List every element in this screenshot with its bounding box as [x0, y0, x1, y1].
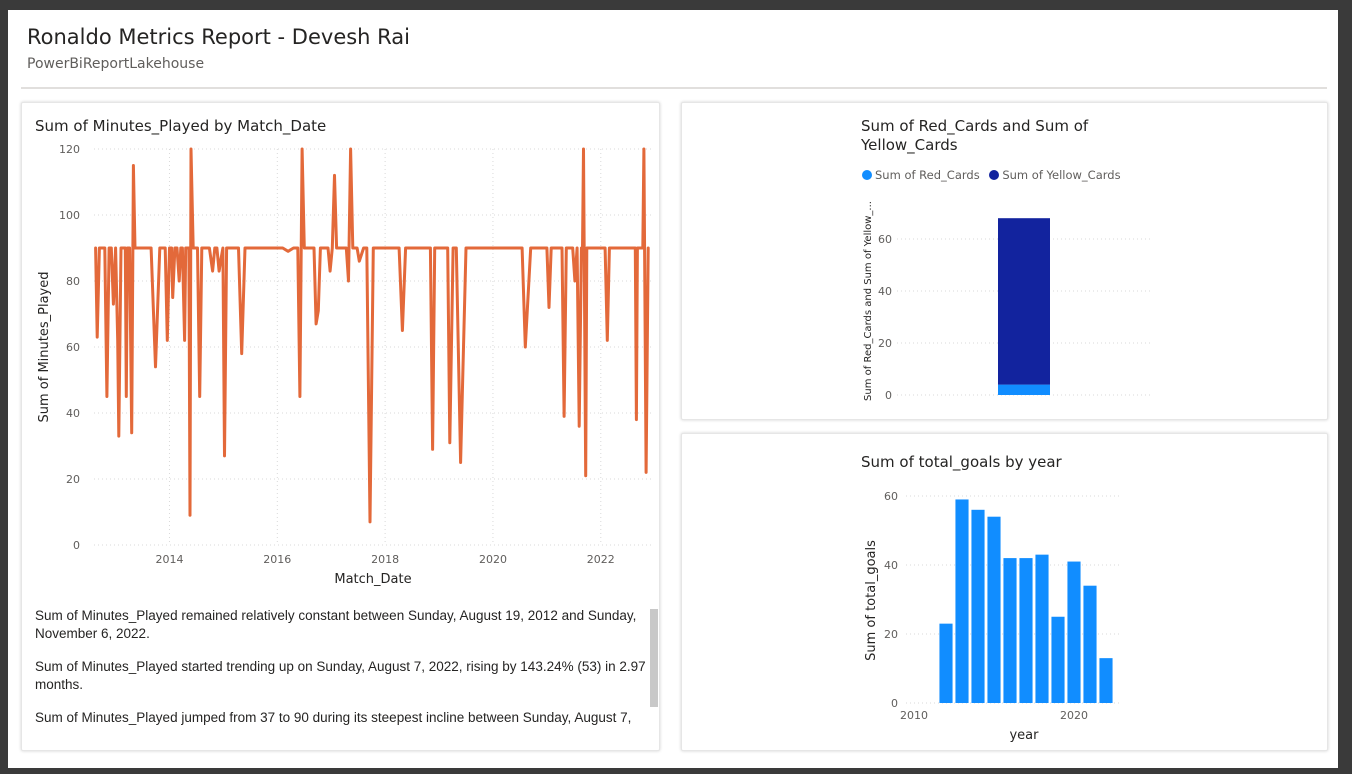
minutes-series-line: [94, 147, 650, 524]
minutes-line-card[interactable]: Sum of Minutes_Played by Match_Date 0 20 4…: [21, 102, 660, 751]
report-title: Ronaldo Metrics Report - Devesh Rai: [27, 25, 411, 49]
x-tick-label: 2020: [479, 553, 507, 566]
goals-bar: [1035, 554, 1049, 703]
y-tick-label: 0: [891, 697, 898, 710]
x-tick-label: 2010: [900, 709, 928, 722]
goals-bar-card[interactable]: Sum of total_goals by year 0 20 40 60 2010 20…: [681, 433, 1328, 751]
goals-bar-chart[interactable]: 0 20 40 60 2010 2020 year Sum of total_goals: [682, 434, 1327, 750]
narrative-paragraph: Sum of Minutes_Played jumped from 37 to …: [35, 710, 632, 725]
y-axis-title: Sum of Red_Cards and Sum of Yellow_...: [863, 201, 874, 401]
y-tick-label: 40: [66, 407, 80, 420]
y-tick-label: 80: [66, 275, 80, 288]
goals-bar: [971, 509, 985, 703]
bar-yellow-cards: [998, 218, 1050, 385]
narrative-paragraph: Sum of Minutes_Played started trending u…: [35, 659, 646, 692]
cards-stacked-bar-chart[interactable]: 0204060Sum of Red_Cards and Sum of Yello…: [682, 103, 1327, 419]
report-page: Ronaldo Metrics Report - Devesh Rai Powe…: [8, 10, 1338, 768]
y-axis-title: Sum of Minutes_Played: [37, 272, 52, 423]
goals-bar: [1083, 585, 1097, 703]
x-tick-label: 2016: [263, 553, 291, 566]
goals-bar: [1099, 658, 1113, 703]
goals-bar: [1019, 558, 1033, 703]
y-tick-label: 60: [878, 233, 892, 246]
y-tick-label: 40: [884, 559, 898, 572]
y-tick-label: 40: [878, 285, 892, 298]
y-tick-label: 100: [59, 209, 80, 222]
x-tick-label: 2022: [587, 553, 615, 566]
goals-bar: [1067, 561, 1081, 703]
minutes-line-chart[interactable]: 0 20 40 60 80 100 120 2014 2016 2018 2020 2022 Match…: [22, 103, 659, 597]
x-tick-label: 2018: [371, 553, 399, 566]
narrative-paragraph: Sum of Minutes_Played remained relativel…: [35, 608, 637, 641]
y-tick-label: 20: [884, 628, 898, 641]
x-tick-label: 2020: [1060, 709, 1088, 722]
x-axis-title: year: [1009, 728, 1039, 743]
cards-bar-card[interactable]: Sum of Red_Cards and Sum of Yellow_Cards…: [681, 102, 1328, 420]
x-tick-label: 2014: [155, 553, 183, 566]
y-tick-label: 0: [73, 539, 80, 552]
goals-bar: [1003, 558, 1017, 703]
goals-bar: [987, 516, 1001, 703]
report-subtitle: PowerBiReportLakehouse: [27, 56, 205, 72]
y-tick-label: 120: [59, 143, 80, 156]
y-axis-title: Sum of total_goals: [864, 540, 879, 661]
y-tick-label: 60: [884, 490, 898, 503]
y-tick-label: 20: [878, 337, 892, 350]
narrative-scrollbar-thumb[interactable]: [650, 609, 658, 707]
header-divider: [21, 87, 1327, 89]
goals-bar: [939, 623, 953, 703]
y-tick-label: 60: [66, 341, 80, 354]
y-tick-label: 0: [885, 389, 892, 402]
bar-red-cards: [998, 384, 1050, 395]
goals-bar: [955, 499, 969, 703]
goals-bar: [1051, 616, 1065, 703]
smart-narrative: Sum of Minutes_Played remained relativel…: [35, 607, 647, 751]
x-axis-title: Match_Date: [334, 572, 411, 587]
y-tick-label: 20: [66, 473, 80, 486]
